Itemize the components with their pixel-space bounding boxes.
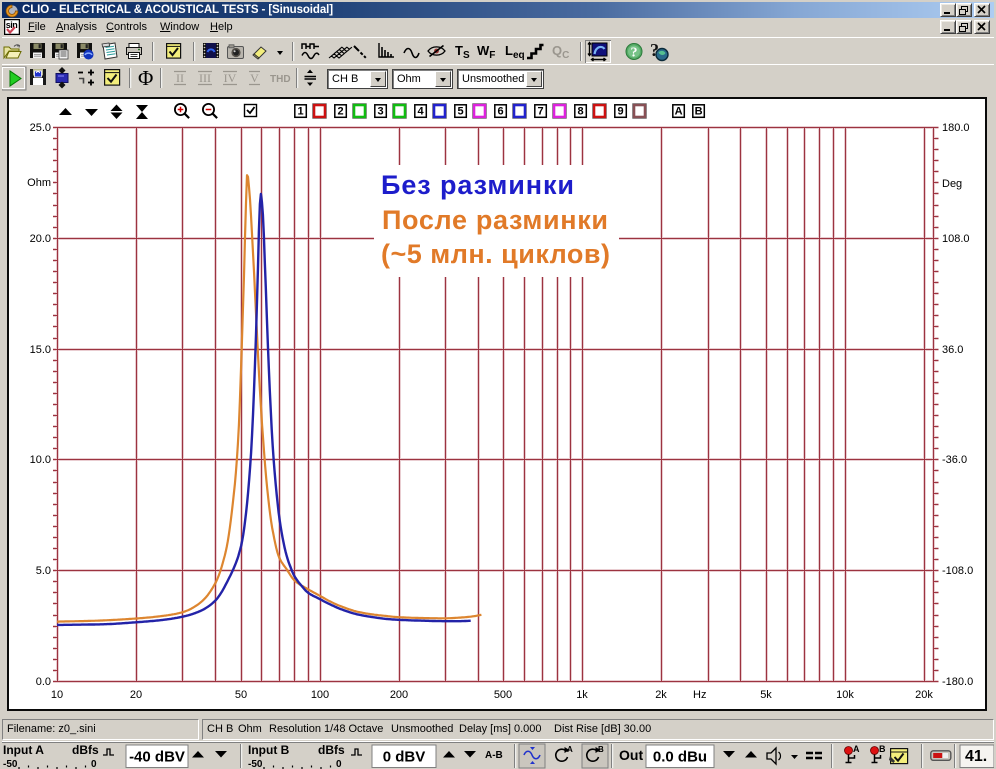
svg-text:Out: Out: [619, 747, 643, 763]
svg-text:Ohm: Ohm: [27, 177, 51, 189]
svg-text:-108.0: -108.0: [942, 565, 973, 577]
svg-text:A: A: [567, 745, 573, 754]
svg-text:После разминки: После разминки: [382, 205, 608, 235]
svg-text:108.0: 108.0: [942, 233, 970, 245]
svg-text:3: 3: [377, 106, 383, 118]
svg-text:2: 2: [337, 106, 343, 118]
svg-text:4: 4: [417, 106, 424, 118]
svg-text:-180.0: -180.0: [942, 676, 973, 688]
svg-text:100: 100: [311, 689, 329, 701]
svg-text:7: 7: [537, 106, 543, 118]
svg-text:Deg: Deg: [942, 178, 962, 190]
svg-text:180.0: 180.0: [942, 122, 970, 134]
svg-text:Φ: Φ: [138, 66, 153, 90]
svg-text:Input A: Input A: [3, 743, 44, 757]
svg-text:QC: QC: [552, 43, 569, 61]
svg-text:II: II: [176, 71, 184, 85]
svg-text:10: 10: [51, 689, 63, 701]
svg-text:20: 20: [130, 689, 142, 701]
svg-text:-40 dBV: -40 dBV: [129, 749, 185, 766]
svg-text:0.0 dBu: 0.0 dBu: [653, 749, 707, 766]
svg-text:41.: 41.: [965, 748, 987, 765]
svg-text:TS: TS: [455, 43, 470, 61]
svg-text:500: 500: [494, 689, 512, 701]
svg-text:200: 200: [390, 689, 408, 701]
svg-text:10.0: 10.0: [30, 454, 51, 466]
svg-text:(~5 млн. циклов): (~5 млн. циклов): [381, 239, 610, 269]
svg-text:WF: WF: [477, 43, 495, 61]
svg-text:V: V: [250, 71, 259, 85]
svg-text:-36.0: -36.0: [942, 454, 967, 466]
svg-text:Hz: Hz: [693, 689, 706, 701]
svg-text:?: ?: [631, 46, 638, 61]
svg-text:B: B: [879, 744, 886, 754]
svg-text:1: 1: [297, 106, 303, 118]
svg-text:25.0: 25.0: [30, 122, 51, 134]
svg-text:5: 5: [457, 106, 463, 118]
svg-text:2k: 2k: [655, 689, 667, 701]
svg-text:B: B: [695, 106, 703, 118]
svg-text:IV: IV: [224, 71, 237, 85]
svg-text:9: 9: [617, 106, 623, 118]
svg-text:10k: 10k: [836, 689, 854, 701]
svg-text:dBfs: dBfs: [72, 743, 99, 757]
svg-text:15.0: 15.0: [30, 344, 51, 356]
svg-text:50: 50: [235, 689, 247, 701]
svg-text:THD: THD: [270, 74, 291, 85]
svg-text:dBfs: dBfs: [318, 743, 345, 757]
svg-text:20.0: 20.0: [30, 233, 51, 245]
svg-text:A-B: A-B: [485, 750, 503, 761]
svg-text:sin: sin: [6, 20, 18, 30]
svg-text:A: A: [853, 744, 860, 754]
svg-text:36.0: 36.0: [942, 344, 963, 356]
svg-text:8: 8: [577, 106, 583, 118]
svg-text:20k: 20k: [915, 689, 933, 701]
svg-text:B: B: [598, 745, 604, 754]
svg-text:Input B: Input B: [248, 743, 290, 757]
svg-text:5k: 5k: [760, 689, 772, 701]
svg-text:III: III: [199, 71, 211, 85]
svg-text:5.0: 5.0: [36, 565, 51, 577]
svg-text:A: A: [675, 106, 683, 118]
svg-text:1k: 1k: [576, 689, 588, 701]
svg-text:0.0: 0.0: [36, 676, 51, 688]
svg-text:Без разминки: Без разминки: [381, 170, 574, 200]
svg-text:0 dBV: 0 dBV: [383, 749, 426, 766]
svg-text:Leq: Leq: [505, 43, 525, 61]
svg-text:6: 6: [497, 106, 503, 118]
